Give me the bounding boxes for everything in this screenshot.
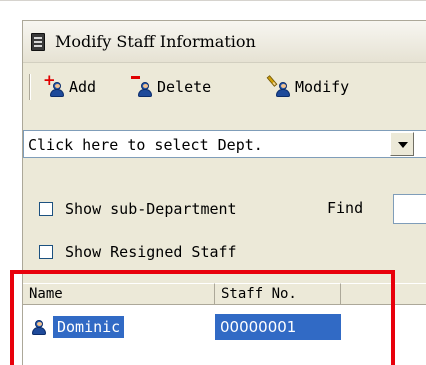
cell-name: Dominic — [23, 314, 215, 340]
table-row[interactable]: Dominic 00000001 — [23, 314, 341, 340]
toolbar: + Add Delete Modify — [23, 64, 426, 108]
modify-button-label: Modify — [295, 78, 350, 96]
title-bar: Modify Staff Information — [23, 21, 426, 63]
add-button-label: Add — [69, 78, 97, 96]
column-header-name[interactable]: Name — [23, 283, 215, 305]
show-resigned-label: Show Resigned Staff — [65, 243, 237, 261]
delete-button-label: Delete — [157, 78, 212, 96]
show-sub-department-option: Show sub-Department — [23, 197, 237, 221]
add-staff-icon: + — [43, 73, 69, 99]
table-header: Name Staff No. — [23, 283, 426, 305]
column-header-filler — [341, 283, 426, 305]
staff-person-icon — [29, 316, 51, 338]
show-sub-department-checkbox[interactable] — [39, 202, 53, 216]
find-input[interactable] — [393, 194, 426, 224]
column-header-staff-no[interactable]: Staff No. — [215, 283, 341, 305]
delete-staff-icon — [131, 75, 157, 99]
delete-button[interactable]: Delete — [131, 74, 211, 100]
department-select-value: Click here to select Dept. — [28, 136, 263, 154]
toolbar-separator — [29, 74, 31, 100]
find-label: Find — [327, 199, 364, 217]
department-select[interactable]: Click here to select Dept. — [23, 130, 426, 158]
top-divider — [0, 0, 426, 1]
add-button[interactable]: + Add — [43, 73, 97, 100]
staff-number: 00000001 — [215, 314, 341, 340]
show-sub-department-label: Show sub-Department — [65, 200, 237, 218]
window-title: Modify Staff Information — [55, 32, 256, 51]
staff-table: Name Staff No. Dominic 00000001 — [23, 283, 426, 365]
show-resigned-option: Show Resigned Staff — [23, 240, 237, 264]
top-strip — [0, 0, 426, 20]
staff-panel: Modify Staff Information + Add Delete Mo… — [22, 20, 426, 365]
window-app-icon — [31, 33, 45, 51]
modify-staff-icon — [266, 75, 295, 99]
show-resigned-checkbox[interactable] — [39, 245, 53, 259]
modify-button[interactable]: Modify — [266, 74, 350, 100]
department-dropdown-button[interactable] — [390, 132, 414, 156]
chevron-down-icon — [398, 142, 408, 148]
staff-name: Dominic — [53, 316, 125, 338]
